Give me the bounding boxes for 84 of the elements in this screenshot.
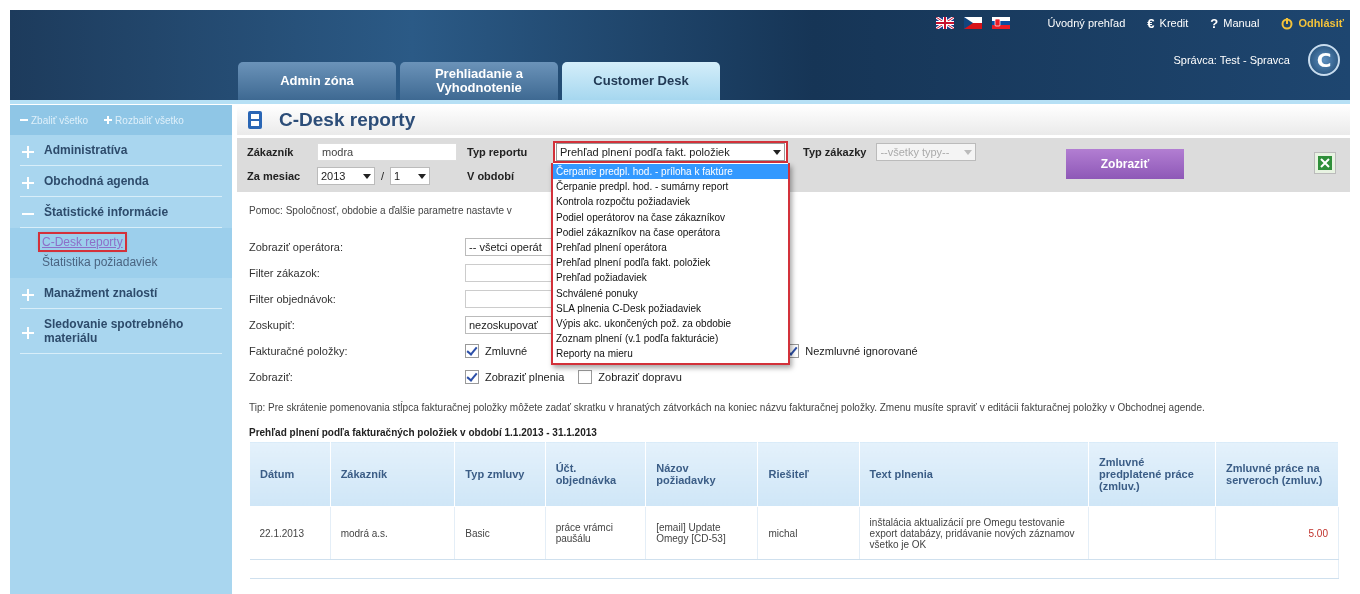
header-link[interactable]: Úvodný prehľad bbox=[1047, 17, 1126, 29]
table-cell: michal bbox=[758, 506, 860, 560]
report-type-select[interactable]: Prehľad plnení podľa fakt. položiek bbox=[556, 143, 785, 161]
column-header: Riešiteľ bbox=[758, 441, 860, 507]
tab[interactable]: Prehliadanie a Vyhodnotenie bbox=[400, 62, 558, 100]
table-cell: Basic bbox=[454, 506, 546, 560]
excel-export-icon[interactable] bbox=[1314, 152, 1336, 174]
table-cell: inštalácia aktualizácií pre Omegu testovanie export databázy, pridávanie nových záznamov všetko je OK bbox=[859, 506, 1089, 560]
checkbox[interactable] bbox=[465, 344, 479, 358]
plus-icon bbox=[104, 116, 113, 124]
power-icon bbox=[1281, 16, 1294, 30]
sidebar-item[interactable]: Sledovanie spotrebného materiálu bbox=[20, 309, 222, 354]
column-header: Text plnenia bbox=[859, 441, 1089, 507]
table-cell: modrá a.s. bbox=[330, 506, 455, 560]
checkbox-label: Zobraziť plnenia bbox=[485, 371, 565, 383]
field-label: Typ reportu bbox=[467, 146, 529, 158]
column-header: Účt. objednávka bbox=[545, 441, 646, 507]
field-label: Zoskupiť: bbox=[249, 319, 296, 331]
user-name: Správca: Test - Spravca bbox=[1173, 54, 1290, 66]
month-select[interactable]: 1 bbox=[390, 167, 431, 185]
sidebar-item[interactable]: Obchodná agenda bbox=[20, 166, 222, 197]
separator: / bbox=[381, 170, 385, 182]
checkbox-label: Zmluvné bbox=[485, 345, 528, 357]
field-label: V období bbox=[467, 170, 516, 182]
dropdown-option[interactable]: Zoznam plnení (v.1 podľa fakturácie) bbox=[553, 331, 788, 347]
field-label: Typ zákazky bbox=[803, 146, 867, 158]
minus-icon bbox=[20, 116, 28, 124]
field-label: Fakturačné položky: bbox=[249, 345, 349, 357]
table-cell: 5.00 bbox=[1215, 506, 1339, 560]
table-cell: [email] Update Omegy [CD-53] bbox=[645, 506, 758, 560]
caret-icon bbox=[418, 173, 427, 179]
dropdown-option[interactable]: Kontrola rozpočtu požiadaviek bbox=[553, 194, 788, 210]
czech-flag-icon bbox=[963, 17, 982, 29]
dropdown-option[interactable]: Podiel zákazníkov na čase operátora bbox=[553, 224, 788, 240]
year-select[interactable]: 2013 bbox=[317, 167, 375, 185]
euro-icon: € bbox=[1147, 15, 1155, 31]
caret-icon bbox=[363, 173, 371, 179]
table-title: Prehľad plnení podľa fakturačných položiek v období 1.1.2013 - 31.1.2013 bbox=[249, 427, 598, 438]
dropdown-option[interactable]: Podiel operátorov na čase zákazníkov bbox=[553, 209, 788, 225]
tab[interactable]: Customer Desk bbox=[562, 62, 720, 100]
sidebar-item[interactable]: Administratíva bbox=[20, 135, 222, 166]
column-header: Zmluvné práce na serveroch (zmluv.) bbox=[1215, 441, 1339, 507]
header-link[interactable]: Manual bbox=[1223, 17, 1260, 29]
slovak-flag-icon bbox=[991, 17, 1010, 29]
column-header: Názov požiadavky bbox=[645, 441, 758, 507]
checkbox-label: Nezmluvné ignorované bbox=[805, 345, 918, 357]
table-cell: práce vrámci paušálu bbox=[545, 506, 646, 560]
dropdown-option[interactable]: Prehľad požiadaviek bbox=[553, 270, 788, 286]
table-cell: 22.1.2013 bbox=[249, 506, 331, 560]
tab[interactable]: Admin zóna bbox=[238, 62, 396, 100]
field-label: Filter zákazok: bbox=[249, 267, 321, 279]
help-icon: ? bbox=[1210, 15, 1219, 31]
report-type-dropdown[interactable] bbox=[551, 163, 790, 365]
help-text: Pomoc: Spoločnosť, obdobie a ďalšie parametre nastavte v bbox=[249, 205, 512, 216]
sidebar-item[interactable]: Manažment znalostí bbox=[20, 278, 222, 309]
document-icon bbox=[247, 111, 263, 129]
checkbox[interactable] bbox=[578, 370, 593, 384]
column-header: Dátum bbox=[249, 441, 331, 507]
dropdown-option[interactable]: SLA plnenia C-Desk požiadaviek bbox=[553, 300, 788, 317]
page-title: C-Desk reporty bbox=[279, 109, 416, 131]
show-button[interactable]: Zobraziť bbox=[1066, 149, 1184, 179]
menu-link[interactable]: Štatistika požiadaviek bbox=[40, 254, 160, 270]
customer-field[interactable]: modra bbox=[317, 143, 457, 161]
dropdown-option[interactable]: Prehľad plnení podľa fakt. položiek bbox=[553, 255, 788, 271]
field-label: Za mesiac bbox=[247, 170, 302, 182]
caret-icon bbox=[773, 149, 781, 155]
checkbox-label: Zobraziť dopravu bbox=[598, 371, 682, 383]
logo: C bbox=[1308, 44, 1340, 76]
checkbox[interactable] bbox=[465, 370, 479, 384]
tip-text: Tip: Pre skrátenie pomenovania stĺpca fakturačnej položky môžete zadať skratku v hranatých zátvorkách na koniec názvu fakturačnej položky. Zmenu musíte spraviť v editácii fakturačnej položky v Obchodnej agende. bbox=[249, 400, 1206, 415]
dropdown-option[interactable]: Reporty na mieru bbox=[553, 346, 788, 362]
field-label: Zobraziť operátora: bbox=[249, 241, 344, 253]
header-link[interactable]: Kredit bbox=[1159, 17, 1189, 29]
field-label: Zákazník bbox=[247, 146, 295, 158]
caret-icon bbox=[964, 149, 973, 155]
field-label: Zobraziť: bbox=[249, 371, 294, 383]
column-header: Typ zmluvy bbox=[454, 441, 546, 507]
column-header: Zmluvné predplatené práce (zmluv.) bbox=[1088, 441, 1216, 507]
logout-link[interactable]: Odhlásiť bbox=[1298, 17, 1344, 29]
dropdown-option[interactable]: Schválené ponuky bbox=[553, 285, 788, 301]
dropdown-option[interactable]: Čerpanie predpl. hod. - sumárny report bbox=[553, 179, 788, 195]
column-header: Zákazník bbox=[330, 441, 455, 507]
field-label: Filter objednávok: bbox=[249, 293, 337, 305]
uk-flag-icon bbox=[935, 17, 954, 29]
